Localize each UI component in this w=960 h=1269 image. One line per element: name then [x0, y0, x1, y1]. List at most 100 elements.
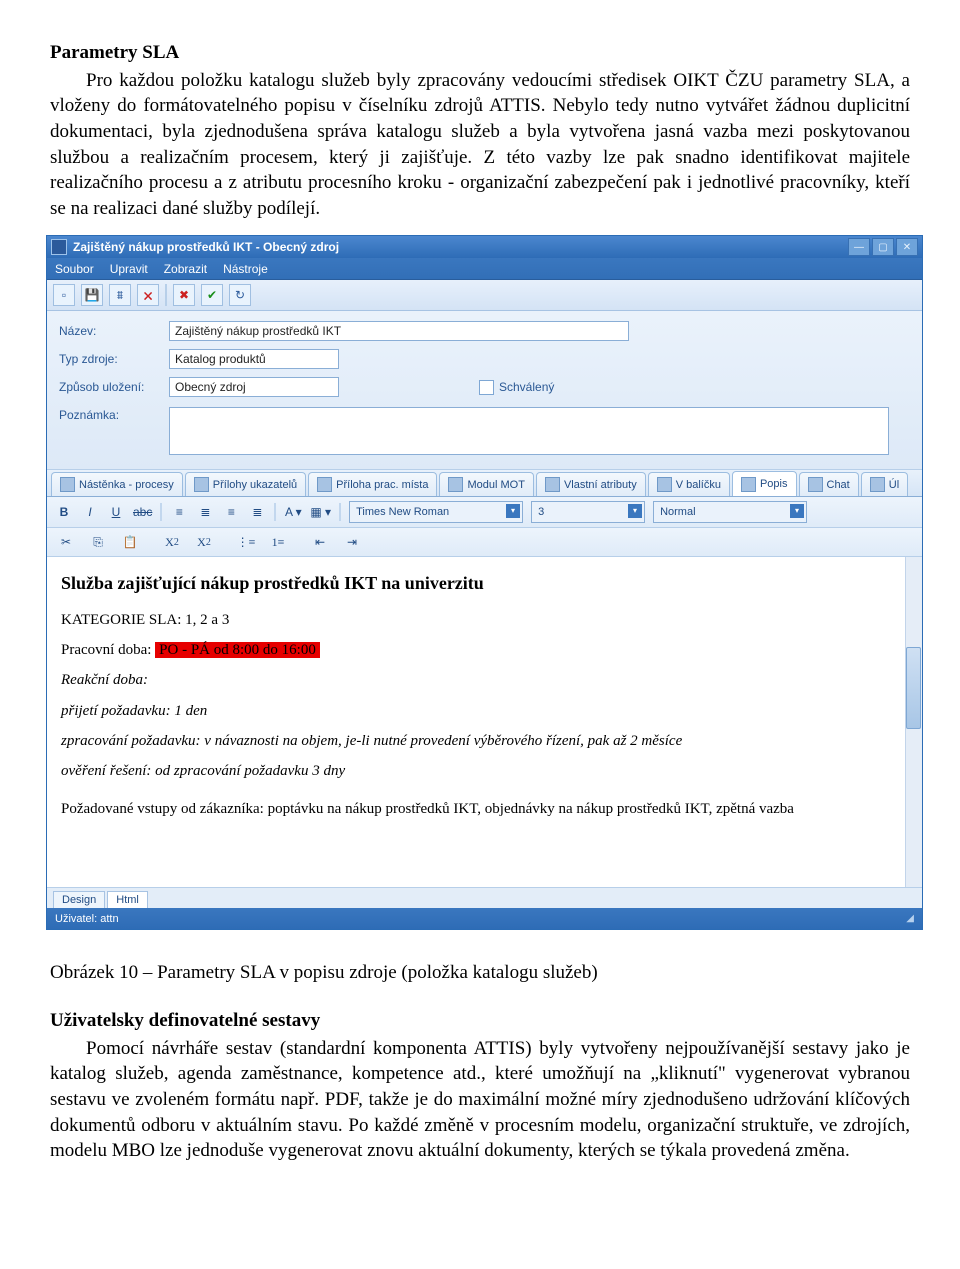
tab-balicek[interactable]: V balíčku [648, 472, 730, 496]
tabstrip: Nástěnka - procesy Přílohy ukazatelů Pří… [47, 470, 922, 497]
refresh-icon[interactable]: ↻ [229, 284, 251, 306]
menu-zobrazit[interactable]: Zobrazit [164, 261, 207, 277]
app-window: Zajištěný nákup prostředků IKT - Obecný … [46, 235, 923, 930]
bullets-button[interactable]: ⋮≡ [235, 532, 257, 552]
tab-mot[interactable]: Modul MOT [439, 472, 533, 496]
checkbox-schvaleny[interactable] [479, 380, 494, 395]
minitab-html[interactable]: Html [107, 891, 148, 909]
doc-reaction-1: přijetí požadavku: 1 den [61, 701, 908, 721]
chevron-down-icon: ▾ [628, 504, 642, 518]
indent-button[interactable]: ⇥ [341, 532, 363, 552]
close-button[interactable]: ✕ [896, 238, 918, 256]
rte-toolbar-1: B I U abc ≡ ≣ ≡ ≣ A ▾ ▦ ▾ Times New Roma… [47, 497, 922, 528]
save-icon[interactable]: 💾 [81, 284, 103, 306]
input-nazev[interactable] [169, 321, 629, 341]
sep [160, 503, 162, 521]
tab-ul[interactable]: Úl [861, 472, 908, 496]
doc-inputs: Požadované vstupy od zákazníka: poptávku… [61, 799, 908, 819]
tab-chat[interactable]: Chat [799, 472, 859, 496]
input-zpusob[interactable] [169, 377, 339, 397]
label-nazev: Název: [59, 323, 169, 339]
input-typ[interactable] [169, 349, 339, 369]
label-poznamka: Poznámka: [59, 407, 169, 423]
figure-caption: Obrázek 10 – Parametry SLA v popisu zdro… [50, 960, 910, 986]
align-center-button[interactable]: ≣ [196, 503, 214, 521]
style-select[interactable]: Normal▾ [653, 501, 807, 523]
delete-icon[interactable]: 🗙 [137, 284, 159, 306]
size-select[interactable]: 3▾ [531, 501, 645, 523]
font-select[interactable]: Times New Roman▾ [349, 501, 523, 523]
minitab-design[interactable]: Design [53, 891, 105, 909]
cancel-icon[interactable]: ✖ [173, 284, 195, 306]
doc-worktime-value: PO - PÁ od 8:00 do 16:00 [155, 642, 320, 658]
window-title: Zajištěný nákup prostředků IKT - Obecný … [73, 239, 848, 255]
app-icon [51, 239, 67, 255]
label-schvaleny: Schválený [499, 379, 554, 395]
chat-icon [808, 477, 823, 492]
doc-reaction-head: Reakční doba: [61, 670, 908, 690]
input-poznamka[interactable] [169, 407, 889, 455]
module-icon [448, 477, 463, 492]
cut-button[interactable]: ✂ [55, 532, 77, 552]
status-user: Uživatel: attn [55, 912, 119, 927]
paragraph-2: Pomocí návrháře sestav (standardní kompo… [50, 1036, 910, 1164]
subscript-button[interactable]: X2 [161, 532, 183, 552]
italic-button[interactable]: I [81, 503, 99, 521]
editor-scrollbar[interactable] [905, 557, 922, 887]
sep [274, 503, 276, 521]
statusbar: Uživatel: attn ◢ [47, 908, 922, 929]
design-html-tabs: Design Html [47, 887, 922, 908]
minimize-button[interactable]: — [848, 238, 870, 256]
titlebar[interactable]: Zajištěný nákup prostředků IKT - Obecný … [47, 236, 922, 258]
toolbar-divider [165, 284, 167, 306]
paragraph-1: Pro každou položku katalogu služeb byly … [50, 68, 910, 222]
paste-button[interactable]: 📋 [119, 532, 141, 552]
bold-button[interactable]: B [55, 503, 73, 521]
attr-icon [545, 477, 560, 492]
window-buttons: — ▢ ✕ [848, 238, 918, 256]
saveall-icon[interactable]: ⩩ [109, 284, 131, 306]
editor-area[interactable]: Služba zajišťující nákup prostředků IKT … [47, 557, 922, 887]
ok-icon[interactable]: ✔ [201, 284, 223, 306]
numbering-button[interactable]: 1≡ [267, 532, 289, 552]
tab-priloha-prac[interactable]: Příloha prac. místa [308, 472, 437, 496]
align-right-button[interactable]: ≡ [222, 503, 240, 521]
align-left-button[interactable]: ≡ [170, 503, 188, 521]
align-justify-button[interactable]: ≣ [248, 503, 266, 521]
attach-icon [194, 477, 209, 492]
maximize-button[interactable]: ▢ [872, 238, 894, 256]
tab-prilohy[interactable]: Přílohy ukazatelů [185, 472, 306, 496]
resize-gripper-icon[interactable]: ◢ [906, 912, 914, 926]
copy-button[interactable]: ⎘ [87, 532, 109, 552]
note-icon [741, 477, 756, 492]
scrollbar-thumb[interactable] [906, 647, 921, 729]
person-icon [317, 477, 332, 492]
menu-soubor[interactable]: Soubor [55, 261, 94, 277]
underline-button[interactable]: U [107, 503, 125, 521]
doc-heading: Služba zajišťující nákup prostředků IKT … [61, 571, 908, 595]
menu-nastroje[interactable]: Nástroje [223, 261, 268, 277]
font-color-button[interactable]: A ▾ [284, 503, 302, 521]
board-icon [60, 477, 75, 492]
chevron-down-icon: ▾ [790, 504, 804, 518]
heading-sestavy: Uživatelsky definovatelné sestavy [50, 1008, 910, 1034]
label-typ: Typ zdroje: [59, 351, 169, 367]
chevron-down-icon: ▾ [506, 504, 520, 518]
package-icon [657, 477, 672, 492]
menubar: Soubor Upravit Zobrazit Nástroje [47, 258, 922, 280]
tab-vlastni[interactable]: Vlastní atributy [536, 472, 646, 496]
tab-nastenka[interactable]: Nástěnka - procesy [51, 472, 183, 496]
highlight-button[interactable]: ▦ ▾ [310, 503, 331, 521]
menu-upravit[interactable]: Upravit [110, 261, 148, 277]
form-area: Název: Typ zdroje: Způsob uložení: Schvá… [47, 311, 922, 470]
rte-toolbar-2: ✂ ⎘ 📋 X2 X2 ⋮≡ 1≡ ⇤ ⇥ [47, 528, 922, 557]
more-icon [870, 477, 885, 492]
doc-reaction-2: zpracování požadavku: v návaznosti na ob… [61, 731, 908, 751]
new-icon[interactable]: ▫ [53, 284, 75, 306]
outdent-button[interactable]: ⇤ [309, 532, 331, 552]
doc-reaction-3: ověření řešení: od zpracování požadavku … [61, 761, 908, 781]
tab-popis[interactable]: Popis [732, 471, 797, 496]
doc-worktime: Pracovní doba: PO - PÁ od 8:00 do 16:00 [61, 640, 908, 660]
superscript-button[interactable]: X2 [193, 532, 215, 552]
strike-button[interactable]: abc [133, 503, 152, 521]
